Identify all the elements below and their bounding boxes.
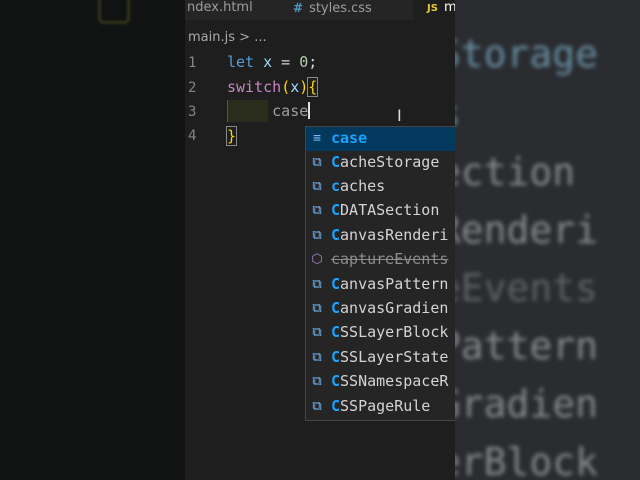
code-line-2[interactable]: switch(x){ <box>227 77 319 97</box>
variable-icon: ⧉ <box>312 155 322 170</box>
brace-open: { <box>307 77 319 97</box>
suggestion-label: CSSPageRule <box>331 397 431 415</box>
ghost-text: sGradien <box>455 382 599 426</box>
ghost-text: eStorage <box>455 32 599 76</box>
suggestion-label: CSSLayerState <box>331 348 449 366</box>
keyword-switch: switch <box>227 78 282 96</box>
variable-icon: ⧉ <box>312 277 322 292</box>
code-line-1[interactable]: let x = 0; <box>227 53 317 71</box>
suggestion-label: CanvasPattern <box>331 275 449 293</box>
variable-icon: ⧉ <box>312 374 322 389</box>
variable-icon: ⧉ <box>312 203 322 218</box>
suggestion-label: CSSNamespaceR <box>331 372 449 390</box>
variable-icon: ⧉ <box>312 325 322 340</box>
ghost-text: es <box>455 92 461 136</box>
variable-x: x <box>263 53 273 71</box>
breadcrumb-more[interactable]: ... <box>254 30 266 45</box>
line-number: 4 <box>188 128 197 144</box>
suggestion-item[interactable]: ⧉ CanvasPattern <box>306 273 455 297</box>
suggestion-item[interactable]: ⧉ CanvasRenderi <box>306 224 455 248</box>
tab-styles-css[interactable]: # styles.css <box>293 0 405 20</box>
variable-x: x <box>290 78 300 96</box>
suggestion-label: CanvasGradien <box>331 299 449 317</box>
breadcrumb[interactable]: main.js > ... <box>188 30 267 45</box>
suggestion-label: case <box>331 129 368 147</box>
suggestion-item[interactable]: ⧉ CacheStorage <box>306 151 455 175</box>
suggestion-label: CanvasRenderi <box>331 226 449 244</box>
variable-icon: ⧉ <box>312 350 322 365</box>
suggestion-label: caches <box>331 177 386 195</box>
tab-index-html[interactable]: ndex.html <box>185 0 279 20</box>
suggestion-label: CSSLayerBlock <box>331 323 449 341</box>
tab-label: styles.css <box>309 1 372 16</box>
suggestion-label: CacheStorage <box>331 153 440 171</box>
line-number: 2 <box>188 80 197 96</box>
ghost-text: sRenderi <box>455 208 599 252</box>
method-icon: ⬡ <box>311 252 323 267</box>
suggestion-item[interactable]: ⧉ caches <box>306 175 455 199</box>
code-editor[interactable]: ndex.html # styles.css JS m main.js > ... … <box>185 0 455 480</box>
variable-icon: ⧉ <box>312 179 322 194</box>
tab-label: m <box>443 0 455 15</box>
ghost-text: reEvents <box>455 266 599 310</box>
typed-text: case <box>272 102 309 120</box>
css-file-icon: # <box>293 1 304 15</box>
blurred-backdrop-left <box>0 0 185 480</box>
js-file-icon: JS <box>427 3 438 14</box>
variable-icon: ⧉ <box>312 399 322 414</box>
suggestion-item[interactable]: ⧉ CSSLayerBlock <box>306 321 455 345</box>
paren-close: ) <box>299 78 309 96</box>
suggestion-item[interactable]: ⧉ CanvasGradien <box>306 297 455 321</box>
ghost-text: yerBlock <box>455 440 599 480</box>
code-line-3[interactable]: case <box>227 102 311 120</box>
keyword-icon: ≡ <box>313 131 321 146</box>
keyword-let: let <box>227 53 255 71</box>
code-line-4[interactable]: } <box>225 126 238 146</box>
suggestion-item[interactable]: ⧉ CDATASection <box>306 199 455 223</box>
text-cursor <box>308 102 311 119</box>
mouse-ibeam-icon: I <box>397 106 402 125</box>
tab-bar: ndex.html # styles.css JS m <box>185 0 455 20</box>
semicolon: ; <box>308 53 318 71</box>
paren-open: ( <box>281 78 291 96</box>
breadcrumb-file[interactable]: main.js <box>188 30 235 45</box>
suggestion-item[interactable]: ⧉ CSSNamespaceR <box>306 370 455 394</box>
number-literal: 0 <box>299 53 309 71</box>
ghost-text: sPattern <box>455 324 599 368</box>
variable-icon: ⧉ <box>312 228 322 243</box>
blurred-backdrop-right: eStorage es Section sRenderi reEvents sP… <box>455 0 640 480</box>
suggestion-item[interactable]: ⬡ captureEvents <box>306 248 455 272</box>
suggestion-item[interactable]: ⧉ CSSPageRule <box>306 395 455 419</box>
suggestion-label-deprecated: captureEvents <box>331 250 449 268</box>
suggestion-item[interactable]: ≡ case <box>306 127 455 151</box>
variable-icon: ⧉ <box>312 301 322 316</box>
blurred-brace-mark <box>98 0 130 24</box>
brace-close: } <box>225 126 238 146</box>
suggestion-label: CDATASection <box>331 201 440 219</box>
tab-label: ndex.html <box>187 0 253 15</box>
line-number: 3 <box>188 104 197 120</box>
operator: = <box>272 53 300 71</box>
suggestion-item[interactable]: ⧉ CSSLayerState <box>306 346 455 370</box>
tab-main-js[interactable]: JS m <box>413 0 455 20</box>
ghost-text: Section <box>455 150 576 194</box>
breadcrumb-separator: > <box>239 30 251 45</box>
line-number: 1 <box>188 55 197 71</box>
suggest-widget[interactable]: ≡ case ⧉ CacheStorage ⧉ caches ⧉ CDATASe… <box>305 126 455 421</box>
